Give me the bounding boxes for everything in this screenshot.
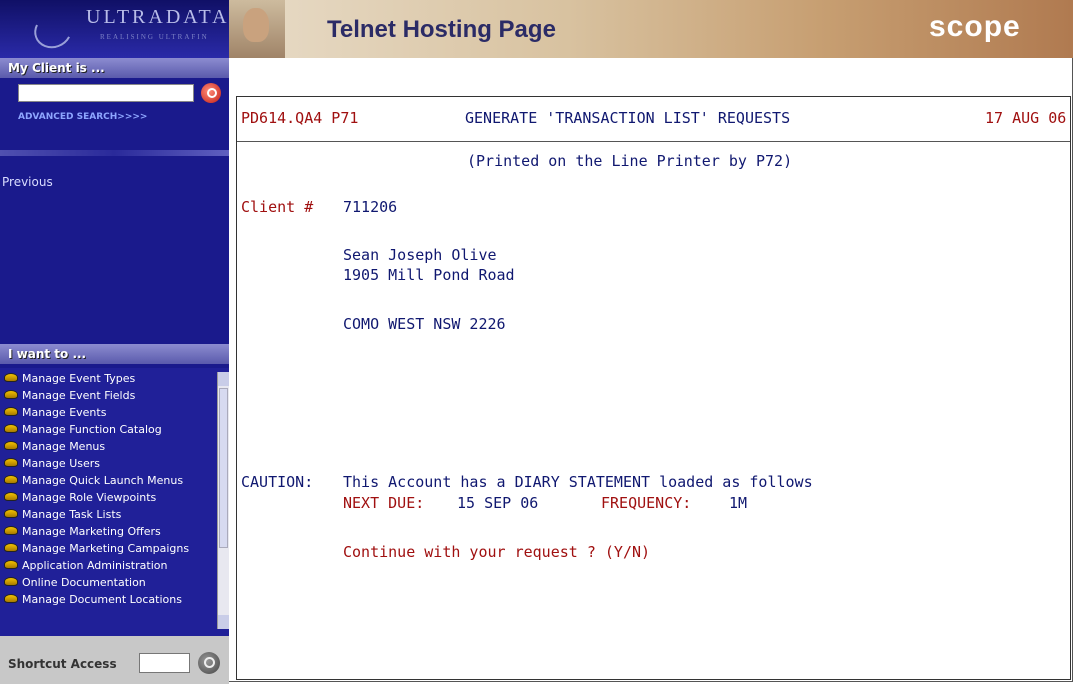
hat-icon (4, 458, 18, 467)
menu-item-label: Manage Function Catalog (22, 423, 162, 436)
menu-item-label: Manage Marketing Campaigns (22, 542, 190, 555)
address-line-2: 1905 Mill Pond Road (343, 266, 515, 284)
hat-icon (4, 390, 18, 399)
menu-item[interactable]: Manage Role Viewpoints (4, 491, 216, 504)
menu-item[interactable]: Manage Event Types (4, 372, 216, 385)
action-menu: Manage Event Types Manage Event Fields Man… (0, 368, 229, 636)
frequency-value: 1M (729, 494, 748, 512)
hat-icon (4, 475, 18, 484)
menu-item-label: Manage Marketing Offers (22, 525, 161, 538)
scroll-down-icon[interactable] (218, 615, 229, 629)
menu-item-label: Manage Event Types (22, 372, 136, 385)
logo-bar: ULTRADATA REALISING ULTRAFIN (0, 0, 229, 58)
menu-item[interactable]: Manage Task Lists (4, 508, 216, 521)
next-due-label: NEXT DUE: (343, 494, 425, 512)
menu-item-label: Application Administration (22, 559, 168, 572)
divider (0, 150, 229, 156)
menu-item[interactable]: Manage Users (4, 457, 216, 470)
logo-text: ULTRADATA (86, 6, 230, 28)
client-number: 711206 (343, 198, 398, 216)
screen-title: GENERATE 'TRANSACTION LIST' REQUESTS (465, 109, 791, 127)
shortcut-access-input[interactable] (139, 653, 190, 673)
logo-tagline: REALISING ULTRAFIN (100, 33, 209, 41)
menu-list: Manage Event Types Manage Event Fields Man… (4, 372, 216, 610)
caution-text: This Account has a DIARY STATEMENT loade… (343, 473, 813, 491)
client-label: Client # (241, 198, 314, 216)
hat-icon (4, 492, 18, 501)
continue-prompt: Continue with your request ? (Y/N) (343, 543, 651, 561)
menu-item-label: Manage Role Viewpoints (22, 491, 157, 504)
menu-item[interactable]: Manage Marketing Campaigns (4, 542, 216, 555)
sidebar: ULTRADATA REALISING ULTRAFIN My Client i… (0, 0, 229, 684)
page-title: Telnet Hosting Page (327, 16, 556, 43)
menu-item-label: Online Documentation (22, 576, 146, 589)
menu-item[interactable]: Manage Quick Launch Menus (4, 474, 216, 487)
hat-icon (4, 424, 18, 433)
menu-item[interactable]: Online Documentation (4, 576, 216, 589)
menu-item[interactable]: Manage Menus (4, 440, 216, 453)
menu-item-label: Manage Document Locations (22, 593, 182, 606)
screen-id: PD614.QA4 P71 (241, 109, 359, 127)
address-line-3: COMO WEST NSW 2226 (343, 315, 506, 333)
hat-icon (4, 594, 18, 603)
menu-item-label: Manage Menus (22, 440, 106, 453)
shortcut-access-panel: Shortcut Access (0, 636, 229, 684)
screen-subtitle: (Printed on the Line Printer by P72) (467, 152, 793, 170)
hat-icon (4, 543, 18, 552)
header-photo (229, 0, 285, 58)
frequency-label: FREQUENCY: (601, 494, 692, 512)
menu-item-label: Manage Users (22, 457, 100, 470)
menu-item[interactable]: Manage Document Locations (4, 593, 216, 606)
scope-logo: scope (929, 10, 1021, 43)
i-want-to-title: I want to ... (0, 344, 229, 364)
scroll-thumb[interactable] (219, 388, 228, 548)
menu-scrollbar[interactable] (217, 372, 229, 629)
screen-date: 17 AUG 06 (985, 109, 1067, 127)
hat-icon (4, 577, 18, 586)
telnet-terminal[interactable]: PD614.QA4 P71 GENERATE 'TRANSACTION LIST… (236, 96, 1071, 680)
hat-icon (4, 560, 18, 569)
client-search-input[interactable] (18, 84, 194, 102)
hat-icon (4, 373, 18, 382)
hat-icon (4, 509, 18, 518)
menu-item[interactable]: Manage Events (4, 406, 216, 419)
menu-item[interactable]: Manage Event Fields (4, 389, 216, 402)
scroll-up-icon[interactable] (218, 372, 229, 386)
advanced-search-link[interactable]: ADVANCED SEARCH>>>> (18, 112, 147, 122)
search-icon[interactable] (201, 83, 221, 103)
next-due-value: 15 SEP 06 (457, 494, 539, 512)
hat-icon (4, 526, 18, 535)
menu-item-label: Manage Events (22, 406, 107, 419)
caution-label: CAUTION: (241, 473, 314, 491)
menu-item-label: Manage Event Fields (22, 389, 136, 402)
menu-item-label: Manage Task Lists (22, 508, 122, 521)
address-line-1: Sean Joseph Olive (343, 246, 497, 264)
menu-item-label: Manage Quick Launch Menus (22, 474, 184, 487)
shortcut-access-label: Shortcut Access (8, 657, 117, 671)
menu-item[interactable]: Manage Function Catalog (4, 423, 216, 436)
ultradata-logo-icon (29, 8, 77, 54)
client-section-title: My Client is ... (0, 58, 229, 78)
previous-link[interactable]: Previous (2, 175, 53, 189)
menu-item[interactable]: Manage Marketing Offers (4, 525, 216, 538)
menu-item[interactable]: Application Administration (4, 559, 216, 572)
page-header: Telnet Hosting Page scope (229, 0, 1073, 58)
hat-icon (4, 441, 18, 450)
hat-icon (4, 407, 18, 416)
shortcut-go-icon[interactable] (198, 652, 220, 674)
